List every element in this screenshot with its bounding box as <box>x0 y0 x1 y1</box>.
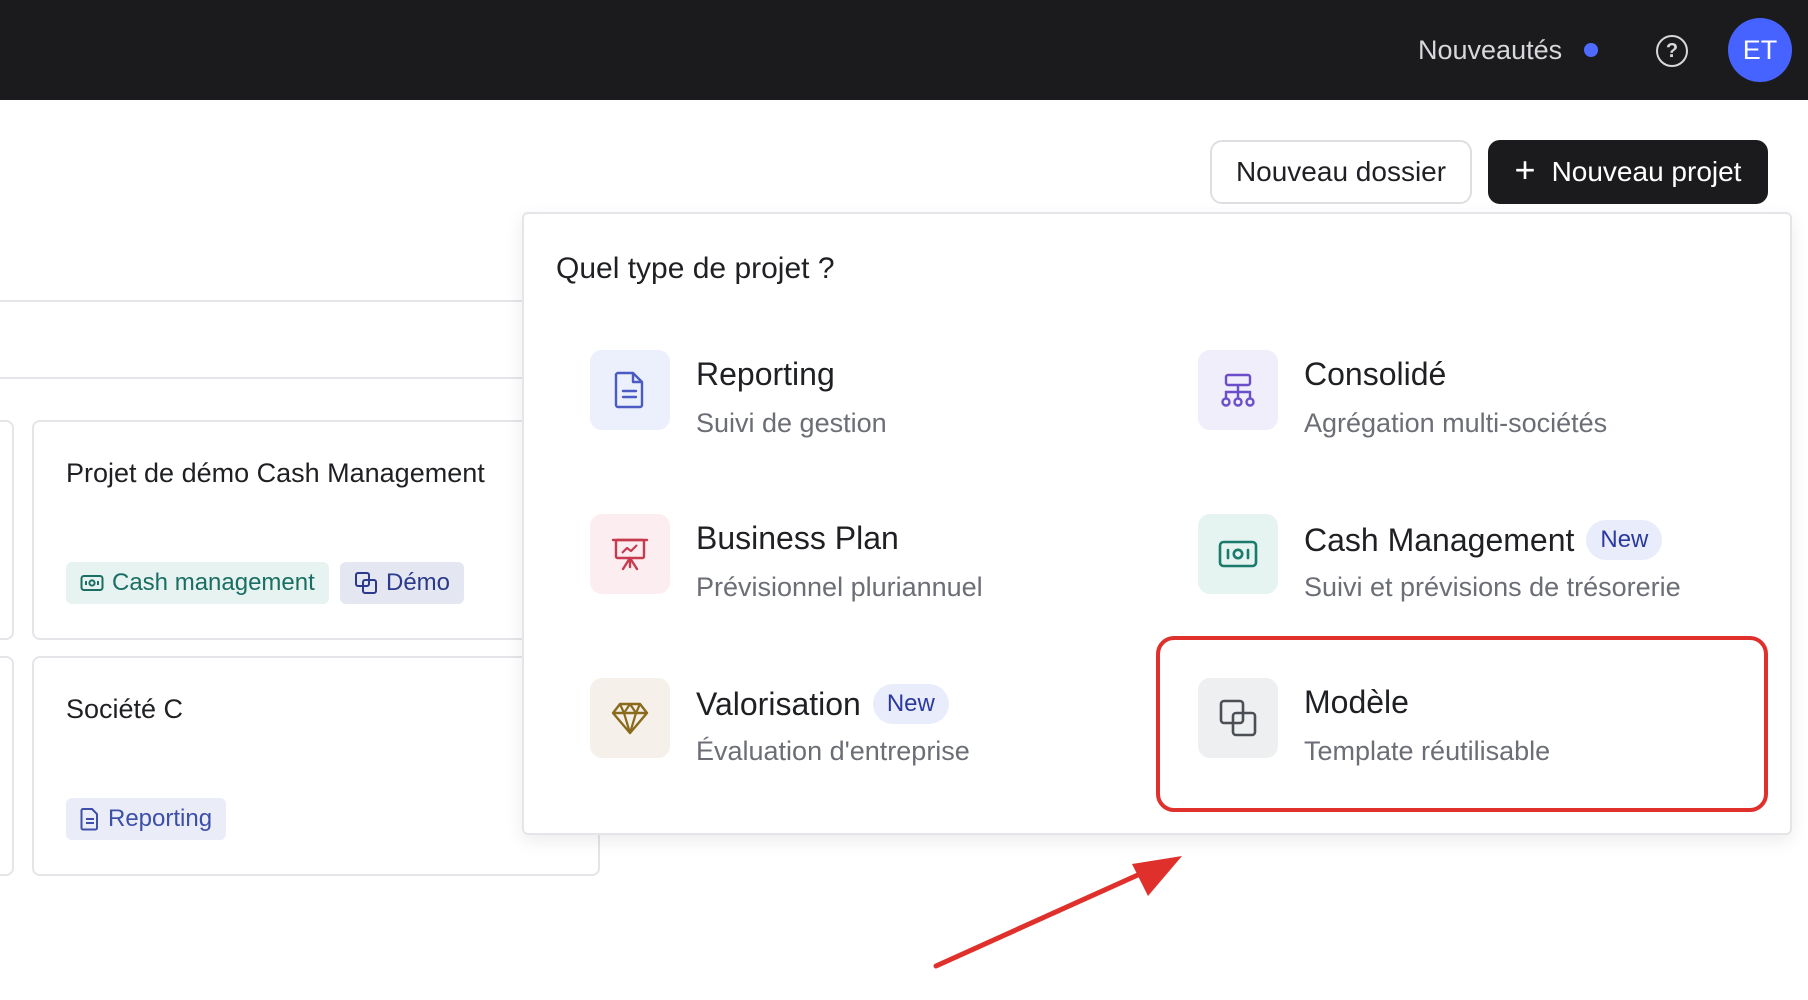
cash-icon <box>1198 514 1278 594</box>
presentation-icon <box>590 514 670 594</box>
new-badge: New <box>1586 520 1663 560</box>
popup-title: Quel type de projet ? <box>556 252 835 285</box>
option-consolide[interactable]: Consolidé Agrégation multi-sociétés <box>1198 350 1758 450</box>
new-project-label: Nouveau projet <box>1551 156 1742 187</box>
option-subtitle: Évaluation d'entreprise <box>696 736 970 766</box>
option-title: Business Plan <box>696 520 899 556</box>
option-subtitle: Agrégation multi-sociétés <box>1304 408 1608 438</box>
project-type-popup: Quel type de projet ? Reporting Suivi de… <box>522 212 1792 835</box>
option-subtitle: Template réutilisable <box>1304 736 1551 766</box>
diamond-icon <box>590 678 670 758</box>
option-modele[interactable]: Modèle Template réutilisable <box>1198 678 1758 778</box>
new-badge: New <box>872 684 949 724</box>
project-card-partial[interactable] <box>0 420 14 640</box>
new-folder-label: Nouveau dossier <box>1235 156 1447 187</box>
project-card-title: Projet de démo Cash Management <box>66 458 485 488</box>
option-title: Modèle <box>1304 684 1409 720</box>
tag-cash-management: Cash management <box>66 562 329 604</box>
tag-reporting: Reporting <box>66 798 227 840</box>
plus-icon: + <box>1514 149 1536 190</box>
copy-icon <box>355 572 377 594</box>
option-reporting[interactable]: Reporting Suivi de gestion <box>590 350 1150 450</box>
option-business-plan[interactable]: Business Plan Prévisionnel pluriannuel <box>590 514 1150 614</box>
tag-demo: Démo <box>340 562 465 604</box>
tag-label: Cash management <box>112 569 315 596</box>
help-circle-icon[interactable]: ? <box>1656 35 1688 67</box>
avatar[interactable]: ET <box>1728 18 1792 82</box>
cash-icon <box>80 575 104 591</box>
news-indicator-dot <box>1584 43 1599 57</box>
divider <box>0 300 600 302</box>
option-title: Valorisation <box>696 685 861 722</box>
option-cash-management[interactable]: Cash Management New Suivi et prévisions … <box>1198 514 1758 614</box>
top-bar: Nouveautés ? ET <box>0 0 1808 100</box>
project-card[interactable]: Projet de démo Cash Management Cash mana… <box>32 420 600 640</box>
project-card-title: Société C <box>66 694 184 724</box>
copy-icon <box>1198 678 1278 758</box>
hierarchy-icon <box>1198 350 1278 430</box>
document-icon <box>590 350 670 430</box>
new-project-button[interactable]: + Nouveau projet <box>1488 140 1768 204</box>
tag-label: Démo <box>386 569 451 596</box>
document-icon <box>80 808 98 831</box>
divider <box>0 377 600 379</box>
news-link[interactable]: Nouveautés <box>1418 30 1599 70</box>
option-valorisation[interactable]: Valorisation New Évaluation d'entreprise <box>590 678 1150 778</box>
new-folder-button[interactable]: Nouveau dossier <box>1210 140 1472 204</box>
option-subtitle: Suivi de gestion <box>696 408 887 438</box>
project-card-partial[interactable] <box>0 656 14 876</box>
option-subtitle: Suivi et prévisions de trésorerie <box>1304 572 1681 602</box>
option-title: Consolidé <box>1304 356 1447 392</box>
option-title: Reporting <box>696 356 835 392</box>
news-label: Nouveautés <box>1418 34 1563 65</box>
option-subtitle: Prévisionnel pluriannuel <box>696 572 983 602</box>
option-title: Cash Management <box>1304 521 1575 558</box>
project-card[interactable]: Société C Reporting <box>32 656 600 876</box>
tag-label: Reporting <box>108 805 213 832</box>
